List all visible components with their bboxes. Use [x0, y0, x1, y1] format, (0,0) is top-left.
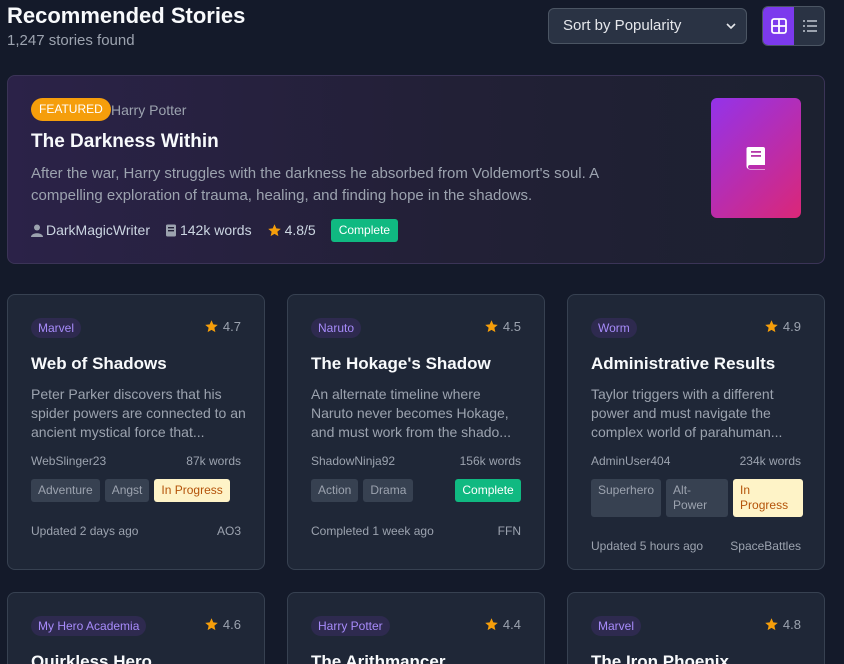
list-view-button[interactable]: [794, 7, 824, 45]
featured-word-count: 142k words: [179, 222, 252, 238]
card-rating: 4.5: [484, 319, 521, 334]
sort-select[interactable]: Sort by Popularity: [548, 8, 747, 44]
user-icon: [31, 224, 43, 237]
featured-words: 142k words: [165, 222, 252, 238]
tag[interactable]: Superhero: [591, 479, 662, 517]
tag[interactable]: Action: [311, 479, 359, 502]
star-icon: [485, 320, 498, 333]
card-author[interactable]: ShadowNinja92: [311, 454, 395, 468]
featured-description: After the war, Harry struggles with the …: [31, 165, 599, 204]
card-fandom[interactable]: Naruto: [311, 318, 362, 338]
card-word-count: 156k words: [459, 454, 521, 468]
card-rating: 4.8: [764, 617, 801, 632]
stories-count: 1,247 stories found: [7, 32, 135, 49]
card-title[interactable]: Web of Shadows: [31, 354, 167, 374]
featured-rating-value: 4.8/5: [284, 222, 316, 238]
card-site[interactable]: FFN: [498, 524, 521, 538]
card-rating: 4.4: [484, 617, 521, 632]
words-icon: [165, 224, 176, 236]
story-card[interactable]: Marvel 4.7 Web of Shadows Peter Parker d…: [7, 294, 265, 570]
card-rating: 4.9: [764, 319, 801, 334]
card-site[interactable]: AO3: [217, 524, 241, 538]
featured-cover: [711, 98, 801, 218]
featured-author-name[interactable]: DarkMagicWriter: [46, 222, 150, 238]
card-description: Peter Parker discovers that his spider p…: [31, 386, 246, 440]
tag[interactable]: Drama: [363, 479, 414, 502]
chevron-down-icon: [726, 23, 736, 30]
card-title[interactable]: Administrative Results: [591, 354, 775, 374]
card-fandom[interactable]: Marvel: [31, 318, 82, 338]
story-card[interactable]: Naruto 4.5 The Hokage's Shadow An altern…: [287, 294, 545, 570]
story-card[interactable]: Worm 4.9 Administrative Results Taylor t…: [567, 294, 825, 570]
tag[interactable]: Alt-Power: [666, 479, 729, 517]
card-updated: Updated 5 hours ago: [591, 539, 704, 553]
card-rating: 4.6: [204, 617, 241, 632]
card-word-count: 234k words: [739, 454, 801, 468]
status-badge: Complete: [455, 479, 521, 502]
card-title[interactable]: The Iron Phoenix: [591, 652, 729, 664]
featured-rating: 4.8/5: [267, 222, 316, 238]
story-card[interactable]: Harry Potter 4.4 The Arithmancer: [287, 592, 545, 664]
featured-story-card[interactable]: FEATURED Harry Potter The Darkness Withi…: [7, 75, 825, 264]
card-fandom[interactable]: Harry Potter: [311, 616, 390, 636]
card-fandom[interactable]: Worm: [591, 318, 637, 338]
status-badge: In Progress: [154, 479, 230, 502]
card-author[interactable]: AdminUser404: [591, 454, 670, 468]
featured-meta: DarkMagicWriter 142k words 4.8/5 Complet…: [31, 218, 399, 242]
card-rating-value: 4.7: [222, 319, 241, 334]
card-tags: Action Drama Complete: [311, 479, 526, 502]
card-fandom[interactable]: My Hero Academia: [31, 616, 147, 636]
featured-author: DarkMagicWriter: [31, 222, 150, 238]
featured-fandom: Harry Potter: [111, 102, 187, 118]
story-card[interactable]: My Hero Academia 4.6 Quirkless Hero: [7, 592, 265, 664]
card-title[interactable]: The Hokage's Shadow: [311, 354, 491, 374]
card-rating-value: 4.5: [502, 319, 521, 334]
card-fandom[interactable]: Marvel: [591, 616, 642, 636]
card-author[interactable]: WebSlinger23: [31, 454, 106, 468]
list-view-icon: [802, 20, 817, 32]
grid-view-icon: [770, 18, 787, 34]
featured-badge: FEATURED: [31, 98, 111, 121]
tag[interactable]: Adventure: [31, 479, 100, 502]
card-rating-value: 4.4: [502, 617, 521, 632]
tag[interactable]: Angst: [104, 479, 150, 502]
card-site[interactable]: SpaceBattles: [730, 539, 801, 553]
card-tags: Adventure Angst In Progress: [31, 479, 246, 502]
star-icon: [267, 223, 281, 236]
card-title[interactable]: The Arithmancer: [311, 652, 445, 664]
card-tags: Superhero Alt-Power In Progress: [591, 479, 806, 517]
star-icon: [765, 320, 778, 333]
card-rating-value: 4.8: [782, 617, 801, 632]
page-header: Recommended Stories 1,247 stories found …: [7, 0, 837, 60]
sort-select-label: Sort by Popularity: [563, 17, 682, 34]
story-card[interactable]: Marvel 4.8 The Iron Phoenix: [567, 592, 825, 664]
card-rating-value: 4.9: [782, 319, 801, 334]
star-icon: [485, 618, 498, 631]
card-updated: Updated 2 days ago: [31, 524, 139, 538]
featured-title[interactable]: The Darkness Within: [31, 131, 219, 153]
card-word-count: 87k words: [186, 454, 241, 468]
card-updated: Completed 1 week ago: [311, 524, 434, 538]
card-description: An alternate timeline where Naruto never…: [311, 386, 511, 440]
star-icon: [765, 618, 778, 631]
status-badge: In Progress: [733, 479, 804, 517]
star-icon: [205, 618, 218, 631]
card-rating: 4.7: [204, 319, 241, 334]
card-title[interactable]: Quirkless Hero: [31, 652, 152, 664]
star-icon: [205, 320, 218, 333]
featured-status-badge: Complete: [330, 218, 399, 242]
card-description: Taylor triggers with a different power a…: [591, 386, 783, 440]
book-icon: [746, 147, 765, 170]
view-toggle: [762, 6, 825, 46]
grid-view-button[interactable]: [763, 7, 794, 45]
page-title: Recommended Stories: [7, 3, 246, 28]
card-rating-value: 4.6: [222, 617, 241, 632]
